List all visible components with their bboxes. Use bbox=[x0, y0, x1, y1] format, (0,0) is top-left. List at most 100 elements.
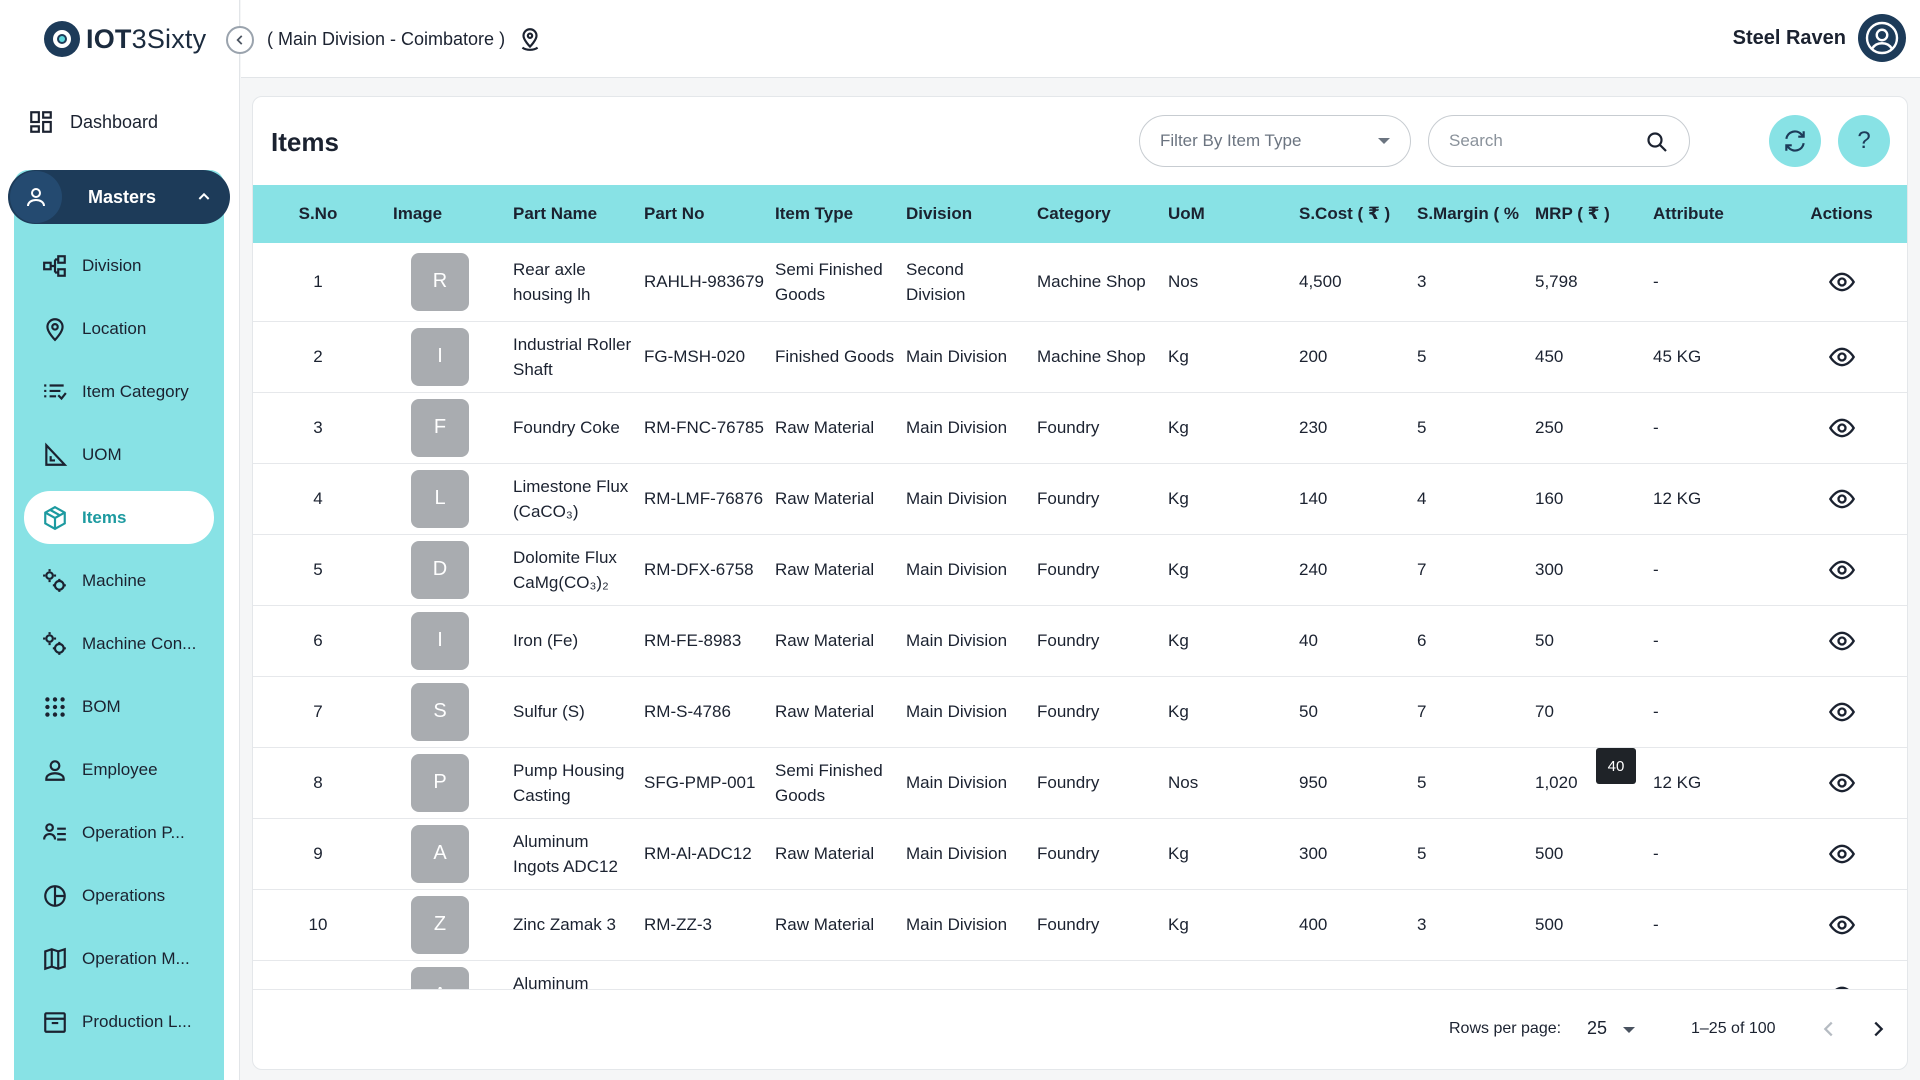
sidebar-item-operation-map[interactable]: Operation M... bbox=[14, 927, 224, 990]
col-category[interactable]: Category bbox=[1027, 185, 1158, 243]
cell-s-margin: 3 bbox=[1407, 889, 1525, 961]
search-input[interactable] bbox=[1449, 131, 1639, 151]
sidebar-item-production-line[interactable]: Production L... bbox=[14, 990, 224, 1053]
item-thumbnail[interactable]: Z bbox=[411, 895, 469, 954]
branch-selector[interactable]: ( Main Division - Coimbatore ) bbox=[267, 26, 543, 52]
table-row[interactable]: 3 F Foundry Coke RM-FNC-76785 Raw Material Ma… bbox=[253, 392, 1907, 464]
chevron-up-icon bbox=[198, 192, 210, 200]
item-thumbnail[interactable]: A bbox=[411, 966, 469, 989]
app-logo[interactable]: IOT3Sixty bbox=[44, 20, 206, 58]
col-item-type[interactable]: Item Type bbox=[765, 185, 896, 243]
machine-icon bbox=[43, 568, 66, 592]
table-row[interactable]: 10 Z Zinc Zamak 3 RM-ZZ-3 Raw Material Main D… bbox=[253, 889, 1907, 961]
view-eye-icon[interactable] bbox=[1828, 556, 1856, 584]
col-uom[interactable]: UoM bbox=[1158, 185, 1289, 243]
sidebar-item-bom[interactable]: BOM bbox=[14, 675, 224, 738]
sidebar-item-uom[interactable]: UOM bbox=[14, 423, 224, 486]
sidebar-item-employee[interactable]: Employee bbox=[14, 738, 224, 801]
cell-mrp: 5,798 bbox=[1525, 243, 1643, 322]
col-s-cost[interactable]: S.Cost ( ₹ ) bbox=[1289, 185, 1407, 243]
col-part-name[interactable]: Part Name bbox=[503, 185, 634, 243]
page-range: 1–25 of 100 bbox=[1691, 1020, 1776, 1037]
sidebar-item-machine[interactable]: Machine bbox=[14, 549, 224, 612]
branch-label: ( Main Division - Coimbatore ) bbox=[267, 28, 506, 49]
sidebar-item-location[interactable]: Location bbox=[14, 297, 224, 360]
item-type-filter[interactable]: Filter By Item Type bbox=[1139, 115, 1411, 167]
table-row[interactable]: 2 I Industrial Roller Shaft FG-MSH-020 Finis… bbox=[253, 321, 1907, 393]
help-button[interactable]: ? bbox=[1838, 115, 1890, 167]
cell-actions bbox=[1774, 392, 1907, 464]
view-eye-icon[interactable] bbox=[1828, 343, 1856, 371]
sidebar-item-operations[interactable]: Operations bbox=[14, 864, 224, 927]
item-thumbnail[interactable]: S bbox=[411, 682, 469, 741]
items-table-container[interactable]: S.No Image Part Name Part No Item Type D… bbox=[253, 185, 1907, 990]
cell-sno: 10 bbox=[253, 889, 383, 961]
table-row[interactable]: 1 R Rear axle housing lh RAHLH-983679 Semi F… bbox=[253, 243, 1907, 322]
item-thumbnail[interactable]: D bbox=[411, 540, 469, 599]
col-sno[interactable]: S.No bbox=[253, 185, 383, 243]
item-thumbnail[interactable]: F bbox=[411, 398, 469, 457]
rows-per-page-caret-icon[interactable] bbox=[1623, 1027, 1635, 1033]
bom-icon bbox=[45, 696, 65, 717]
view-eye-icon[interactable] bbox=[1828, 268, 1856, 296]
sidebar-item-label: UOM bbox=[82, 444, 122, 464]
cell-s-margin: 5 bbox=[1407, 321, 1525, 393]
rows-per-page-select[interactable]: 25 bbox=[1587, 1018, 1607, 1039]
item-thumbnail[interactable]: P bbox=[411, 753, 469, 812]
help-icon: ? bbox=[1857, 127, 1871, 154]
view-eye-icon[interactable] bbox=[1828, 840, 1856, 868]
view-eye-icon[interactable] bbox=[1828, 485, 1856, 513]
table-row[interactable]: 7 S Sulfur (S) RM-S-4786 Raw Material Main Di… bbox=[253, 676, 1907, 748]
cell-item-type: Raw Material bbox=[765, 889, 896, 961]
next-page-icon[interactable] bbox=[1867, 1018, 1889, 1040]
item-thumbnail[interactable]: R bbox=[411, 252, 469, 311]
item-thumbnail[interactable]: I bbox=[411, 611, 469, 670]
view-eye-icon[interactable] bbox=[1828, 911, 1856, 939]
table-row[interactable]: 4 L Limestone Flux (CaCO₃) RM-LMF-76876 Raw … bbox=[253, 463, 1907, 535]
col-actions: Actions bbox=[1810, 204, 1873, 223]
cell-division: Main Division bbox=[896, 534, 1027, 606]
col-part-no[interactable]: Part No bbox=[634, 185, 765, 243]
view-eye-icon[interactable] bbox=[1828, 982, 1856, 990]
table-row[interactable]: 8 P Pump Housing Casting SFG-PMP-001 Semi Fi… bbox=[253, 747, 1907, 819]
col-s-margin[interactable]: S.Margin ( % bbox=[1407, 185, 1525, 243]
sidebar-item-operation-process[interactable]: Operation P... bbox=[14, 801, 224, 864]
sidebar-collapse-button[interactable] bbox=[226, 26, 254, 54]
cell-mrp: 70 bbox=[1525, 676, 1643, 748]
view-eye-icon[interactable] bbox=[1828, 627, 1856, 655]
table-row[interactable]: 6 I Iron (Fe) RM-FE-8983 Raw Material Main Di… bbox=[253, 605, 1907, 677]
item-thumbnail[interactable]: I bbox=[411, 327, 469, 386]
col-attribute[interactable]: Attribute bbox=[1643, 185, 1774, 243]
cell-category: Foundry bbox=[1027, 818, 1158, 890]
sidebar-item-label: Operation M... bbox=[82, 948, 190, 968]
nav-dashboard[interactable]: Dashboard bbox=[28, 108, 158, 136]
cell-s-cost: 240 bbox=[1289, 534, 1407, 606]
table-row[interactable]: 11 A Aluminum ScrapRM-ASC-034Raw MaterialM… bbox=[253, 960, 1907, 990]
table-row[interactable]: 5 D Dolomite Flux CaMg(CO₃)₂ RM-DFX-6758 Raw… bbox=[253, 534, 1907, 606]
table-row[interactable]: 9 A Aluminum Ingots ADC12 RM-Al-ADC12 Raw Ma… bbox=[253, 818, 1907, 890]
col-image[interactable]: Image bbox=[383, 185, 503, 243]
avatar[interactable] bbox=[1858, 14, 1906, 62]
user-menu[interactable]: Steel Raven bbox=[1733, 14, 1906, 62]
sidebar-item-machine-config[interactable]: Machine Con... bbox=[14, 612, 224, 675]
sidebar-item-division[interactable]: Division bbox=[14, 234, 224, 297]
view-eye-icon[interactable] bbox=[1828, 414, 1856, 442]
sidebar-item-item-category[interactable]: Item Category bbox=[14, 360, 224, 423]
cell-part-no: RM-FE-8983 bbox=[634, 605, 765, 677]
view-eye-icon[interactable] bbox=[1828, 769, 1856, 797]
cell-sno: 11 bbox=[253, 960, 383, 989]
cell-actions bbox=[1774, 534, 1907, 606]
top-bar: ( Main Division - Coimbatore ) Steel Rav… bbox=[241, 0, 1920, 78]
prev-page-icon[interactable] bbox=[1818, 1018, 1840, 1040]
cell-image: R bbox=[383, 243, 503, 322]
col-division[interactable]: Division bbox=[896, 185, 1027, 243]
search-icon[interactable] bbox=[1645, 130, 1669, 154]
refresh-button[interactable] bbox=[1769, 115, 1821, 167]
item-thumbnail[interactable]: L bbox=[411, 469, 469, 528]
sidebar-item-items[interactable]: Items bbox=[24, 491, 214, 544]
masters-toggle[interactable]: Masters bbox=[8, 170, 230, 224]
view-eye-icon[interactable] bbox=[1828, 698, 1856, 726]
cell-item-type: Semi Finished Goods bbox=[765, 243, 896, 322]
col-mrp[interactable]: MRP ( ₹ ) bbox=[1525, 185, 1643, 243]
item-thumbnail[interactable]: A bbox=[411, 824, 469, 883]
